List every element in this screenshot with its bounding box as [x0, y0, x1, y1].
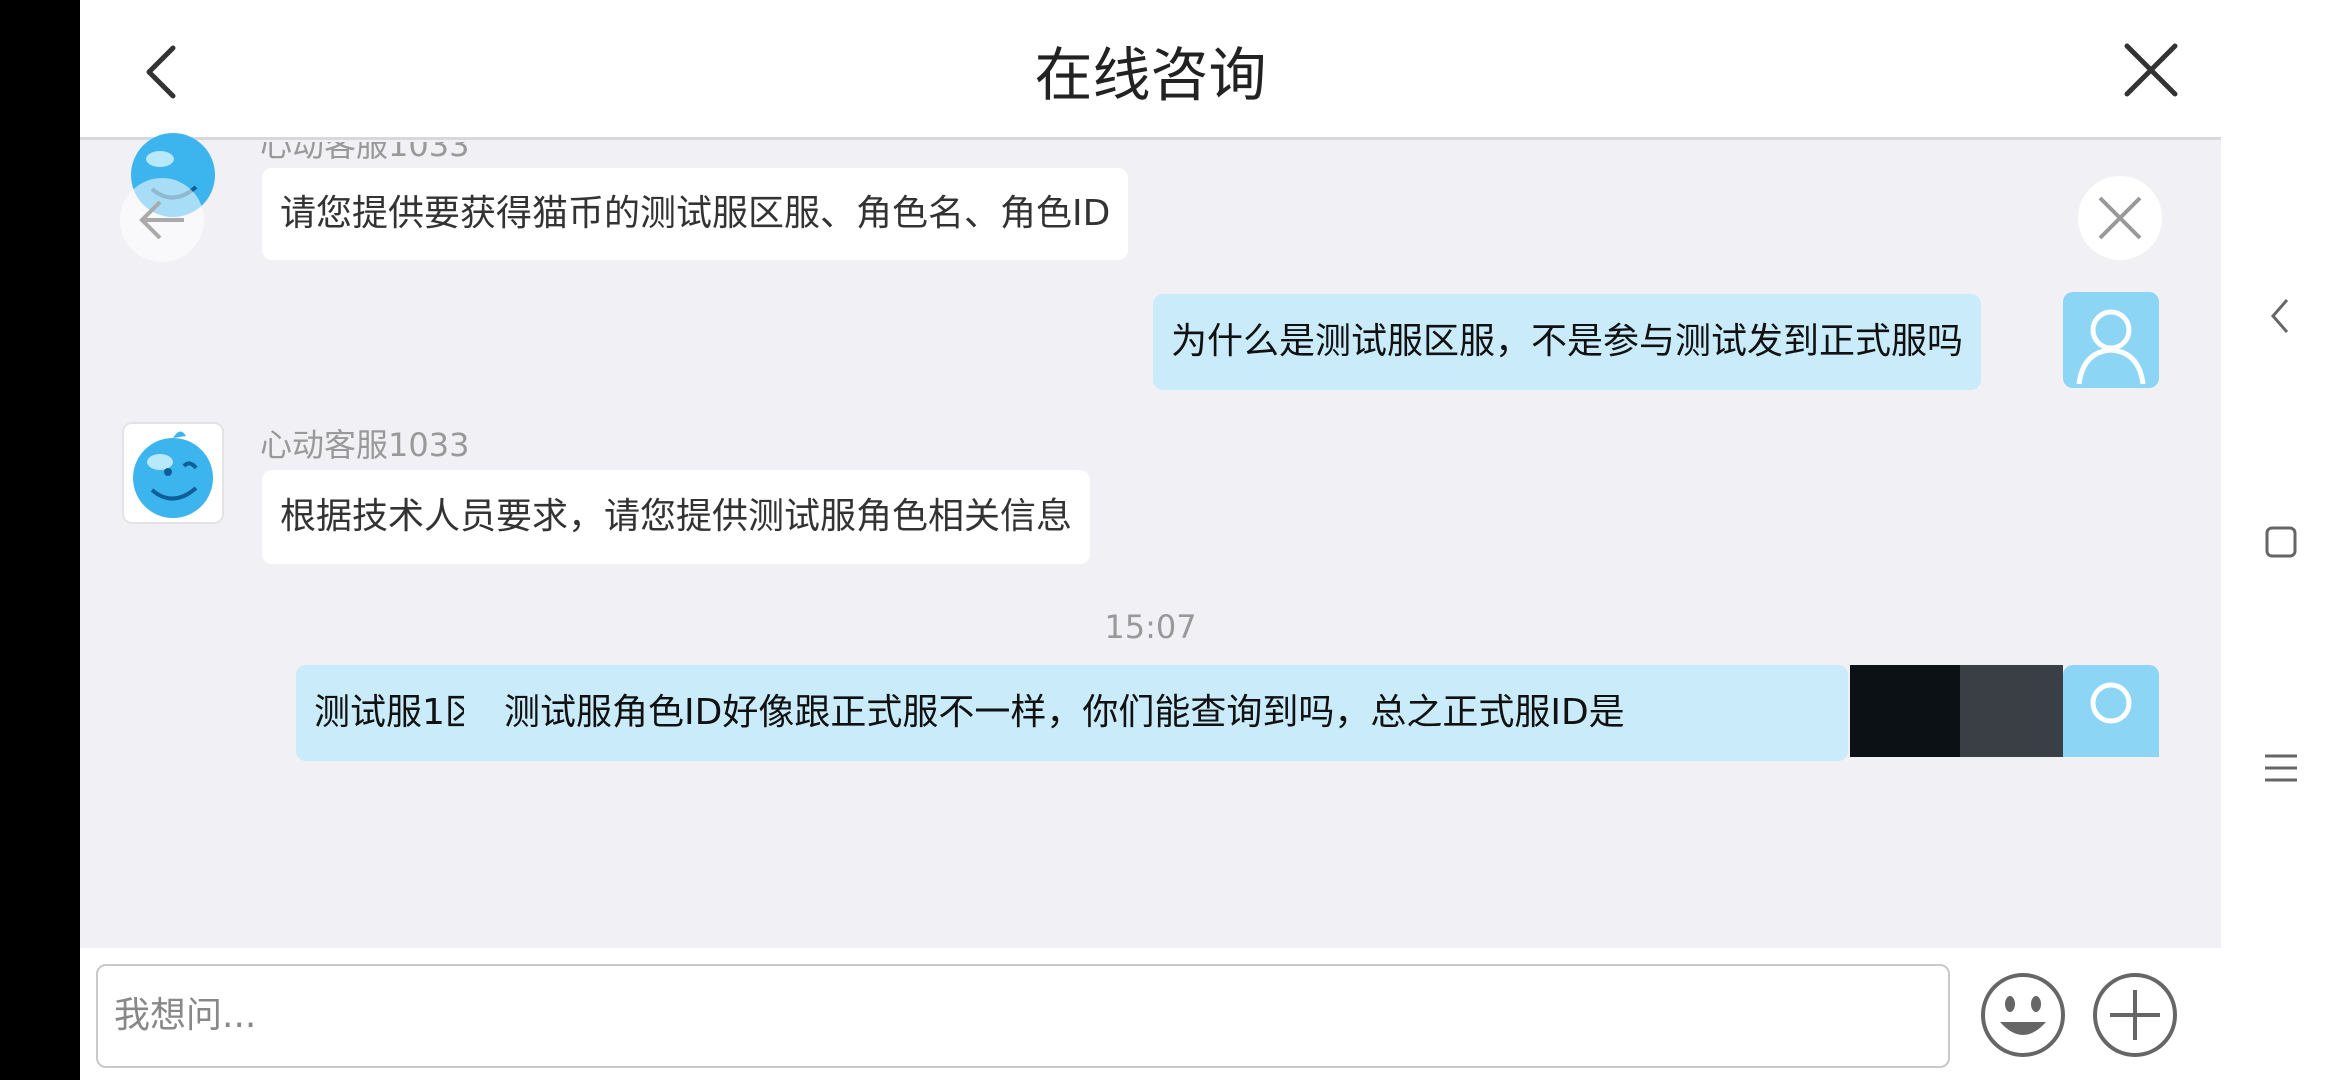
agent-avatar-icon [122, 422, 224, 524]
emoji-icon[interactable] [1978, 970, 2068, 1060]
arrow-left-icon [139, 200, 184, 240]
header: 在线咨询 [80, 0, 2221, 140]
message-bubble: 根据技术人员要求，请您提供测试服角色相关信息 [262, 470, 1091, 564]
message-input[interactable]: 我想问... [96, 964, 1950, 1068]
message-text-part: 测试服1区 [314, 692, 464, 733]
nav-home-icon[interactable] [2251, 512, 2311, 572]
nav-menu-icon[interactable] [2251, 738, 2311, 798]
redacted-region [1960, 665, 2063, 757]
redacted-region [1850, 665, 1960, 757]
plus-icon[interactable] [2090, 970, 2180, 1060]
page-title: 在线咨询 [1034, 41, 1267, 109]
chat-app: 在线咨询 心动客服1033 请您提供要获得猫币的测试服区服、角色名、角色ID 为… [80, 0, 2221, 1080]
message-bubble: 为什么是测试服区服，不是参与测试发到正式服吗 [1153, 294, 1982, 390]
timestamp: 15:07 [1104, 608, 1197, 646]
user-avatar-icon [2063, 292, 2159, 388]
floating-close-button[interactable] [2078, 176, 2162, 260]
nav-back-icon[interactable] [2251, 286, 2311, 346]
close-icon [2098, 196, 2142, 240]
sender-name: 心动客服1033 [260, 426, 470, 464]
close-icon[interactable] [2111, 30, 2191, 110]
user-avatar-icon [2063, 665, 2159, 757]
system-nav-bar [2221, 0, 2340, 1080]
message-bubble: 测试服1区 测试服角色ID好像跟正式服不一样，你们能查询到吗，总之正式服ID是 [296, 665, 1848, 761]
screen-edge [0, 0, 80, 1080]
floating-back-button[interactable] [120, 178, 204, 262]
message-text-part: 测试服角色ID好像跟正式服不一样，你们能查询到吗，总之正式服ID是 [504, 692, 1625, 733]
input-bar: 我想问... [80, 948, 2221, 1080]
message-bubble: 请您提供要获得猫币的测试服区服、角色名、角色ID [262, 168, 1129, 260]
